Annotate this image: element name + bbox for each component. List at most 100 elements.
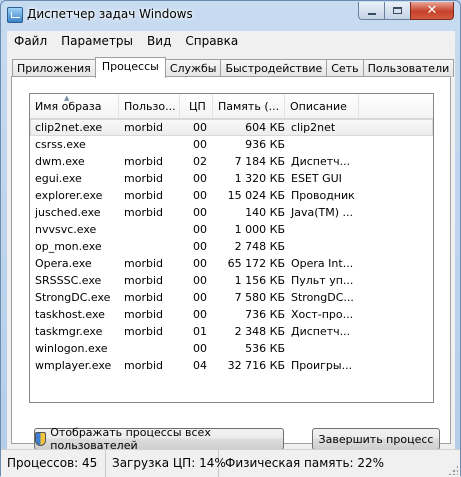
table-row[interactable]: explorer.exe morbid 00 15 024 КБ Проводник xyxy=(30,187,433,204)
cell-memory: 1 000 КБ xyxy=(234,223,285,236)
table-row[interactable]: nvvsvc.exe 00 1 000 КБ xyxy=(30,221,433,238)
cell-description: Java(TM) ... xyxy=(291,206,354,219)
cell-description: Проигры... xyxy=(291,359,353,372)
status-cpu-usage: Загрузка ЦП: 14% xyxy=(106,450,226,477)
cell-user: morbid xyxy=(124,359,163,372)
cell-description xyxy=(285,238,359,255)
minimize-icon xyxy=(367,12,376,15)
cell-user: morbid xyxy=(124,308,163,321)
maximize-icon xyxy=(393,7,402,14)
cell-image-name: jusched.exe xyxy=(35,206,101,219)
process-rows: clip2net.exe morbid 00 604 КБ clip2net csrss.… xyxy=(30,119,433,374)
status-process-count: Процессов: 45 xyxy=(1,450,106,477)
cell-cpu: 00 xyxy=(193,342,207,355)
sort-ascending-icon: ▲ xyxy=(64,94,70,102)
cell-memory: 2 748 КБ xyxy=(234,240,285,253)
cell-description xyxy=(285,136,359,153)
maximize-button[interactable] xyxy=(384,2,410,20)
window-title: Диспетчер задач Windows xyxy=(27,7,193,21)
table-row[interactable]: op_mon.exe 00 2 748 КБ xyxy=(30,238,433,255)
tab-applications[interactable]: Приложения xyxy=(12,59,96,77)
table-row[interactable]: jusched.exe morbid 00 140 КБ Java(TM) ... xyxy=(30,204,433,221)
close-icon: ✕ xyxy=(426,3,438,18)
cell-memory: 7 184 КБ xyxy=(234,155,285,168)
table-row[interactable]: csrss.exe 00 936 КБ xyxy=(30,136,433,153)
column-header-memory[interactable]: Память (... xyxy=(213,94,285,118)
cell-image-name: nvvsvc.exe xyxy=(35,223,97,236)
cell-description: Проводник xyxy=(291,189,355,202)
tab-users[interactable]: Пользователи xyxy=(362,59,455,77)
column-header-user[interactable]: Пользо... xyxy=(119,94,180,118)
processes-panel: ▲ Имя образа Пользо... ЦП Память (... Оп… xyxy=(11,76,451,452)
cell-memory: 140 КБ xyxy=(245,206,285,219)
cell-cpu: 00 xyxy=(193,121,207,134)
cell-cpu: 00 xyxy=(193,274,207,287)
column-header-description[interactable]: Описание xyxy=(285,94,359,118)
column-header-cpu[interactable]: ЦП xyxy=(180,94,213,118)
show-all-processes-button[interactable]: Отображать процессы всех пользователей xyxy=(34,426,284,452)
menu-file[interactable]: Файл xyxy=(7,34,54,48)
cell-cpu: 00 xyxy=(193,257,207,270)
table-row[interactable]: egui.exe morbid 00 1 320 КБ ESET GUI xyxy=(30,170,433,187)
cell-cpu: 02 xyxy=(193,155,207,168)
status-physical-memory: Физическая память: 22% xyxy=(225,456,385,470)
cell-image-name: dwm.exe xyxy=(35,155,85,168)
cell-cpu: 00 xyxy=(193,189,207,202)
minimize-button[interactable] xyxy=(358,2,384,20)
table-row[interactable]: clip2net.exe morbid 00 604 КБ clip2net xyxy=(30,119,433,136)
cell-memory: 936 КБ xyxy=(245,138,285,151)
process-list[interactable]: ▲ Имя образа Пользо... ЦП Память (... Оп… xyxy=(29,93,434,403)
cell-user: morbid xyxy=(124,206,163,219)
status-bar: Процессов: 45 Загрузка ЦП: 14% Физическа… xyxy=(1,449,460,477)
cell-description xyxy=(285,221,359,238)
menu-view[interactable]: Вид xyxy=(140,34,178,48)
cell-image-name: csrss.exe xyxy=(35,138,86,151)
uac-shield-icon xyxy=(35,432,47,446)
cell-user: morbid xyxy=(124,291,163,304)
cell-description: Диспетч... xyxy=(291,325,351,338)
close-button[interactable]: ✕ xyxy=(410,2,454,20)
table-row[interactable]: taskmgr.exe morbid 01 2 348 КБ Диспетч... xyxy=(30,323,433,340)
table-row[interactable]: taskhost.exe morbid 00 736 КБ Хост-про... xyxy=(30,306,433,323)
cell-image-name: Opera.exe xyxy=(35,257,92,270)
cell-image-name: op_mon.exe xyxy=(35,240,102,253)
table-row[interactable]: Opera.exe morbid 00 65 172 КБ Opera Int... xyxy=(30,255,433,272)
cell-user: morbid xyxy=(124,155,163,168)
menu-help[interactable]: Справка xyxy=(178,34,245,48)
column-header-image-name[interactable]: ▲ Имя образа xyxy=(30,94,119,118)
cell-memory: 32 716 КБ xyxy=(227,359,285,372)
tab-performance[interactable]: Быстродействие xyxy=(220,59,328,77)
cell-description: Хост-про... xyxy=(291,308,354,321)
title-bar[interactable]: Диспетчер задач Windows ✕ xyxy=(1,1,460,29)
cell-user xyxy=(119,340,180,357)
cell-image-name: StrongDC.exe xyxy=(35,291,111,304)
table-row[interactable]: dwm.exe morbid 02 7 184 КБ Диспетч... xyxy=(30,153,433,170)
tab-services[interactable]: Службы xyxy=(164,59,222,77)
cell-cpu: 00 xyxy=(193,240,207,253)
cell-cpu: 00 xyxy=(193,172,207,185)
cell-memory: 2 348 КБ xyxy=(234,325,285,338)
cell-cpu: 00 xyxy=(193,291,207,304)
cell-cpu: 00 xyxy=(193,138,207,151)
cell-image-name: SRSSSC.exe xyxy=(35,274,102,287)
cell-memory: 1 320 КБ xyxy=(234,172,285,185)
table-row[interactable]: wmplayer.exe morbid 04 32 716 КБ Проигры... xyxy=(30,357,433,374)
cell-cpu: 04 xyxy=(193,359,207,372)
cell-memory: 15 024 КБ xyxy=(227,189,285,202)
cell-image-name: taskhost.exe xyxy=(35,308,105,321)
cell-cpu: 00 xyxy=(193,308,207,321)
end-process-button[interactable]: Завершить процесс xyxy=(312,428,440,450)
menu-bar: Файл Параметры Вид Справка xyxy=(7,31,455,51)
cell-user: morbid xyxy=(124,189,163,202)
cell-description: StrongDC... xyxy=(291,291,354,304)
tab-networking[interactable]: Сеть xyxy=(326,59,364,77)
table-row[interactable]: winlogon.exe 00 536 КБ xyxy=(30,340,433,357)
cell-user: morbid xyxy=(124,325,163,338)
table-row[interactable]: SRSSSC.exe morbid 00 1 156 КБ Пульт уп... xyxy=(30,272,433,289)
tab-processes[interactable]: Процессы xyxy=(94,57,166,78)
table-row[interactable]: StrongDC.exe morbid 00 7 580 КБ StrongDC... xyxy=(30,289,433,306)
menu-options[interactable]: Параметры xyxy=(54,34,140,48)
cell-user: morbid xyxy=(124,274,163,287)
cell-user xyxy=(119,221,180,238)
tab-strip: Приложения Процессы Службы Быстродействи… xyxy=(12,57,455,78)
